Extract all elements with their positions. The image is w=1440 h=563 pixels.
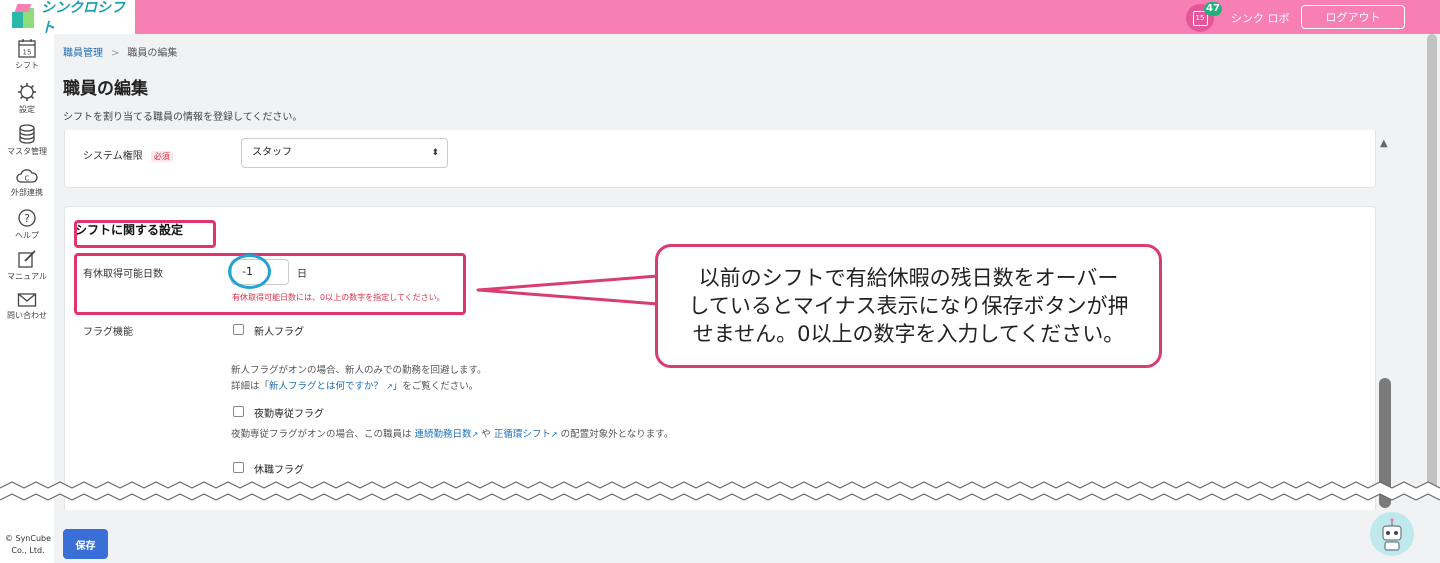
svg-text:?: ? bbox=[24, 212, 30, 225]
torn-edge-divider bbox=[0, 481, 1440, 501]
page-description: シフトを割り当てる職員の情報を登録してください。 bbox=[63, 112, 303, 123]
breadcrumb-current: 職員の編集 bbox=[127, 48, 178, 59]
system-role-select[interactable]: スタッフ ⬍ bbox=[241, 138, 448, 168]
external-link-icon: ↗ bbox=[550, 430, 558, 439]
sidebar-item-integration[interactable]: C 外部連携 bbox=[0, 167, 54, 198]
consecutive-days-link[interactable]: 連続勤務日数↗ bbox=[415, 429, 479, 440]
negative-value-circle bbox=[228, 254, 271, 289]
sidebar-item-master[interactable]: マスタ管理 bbox=[0, 124, 54, 157]
sidebar-item-help[interactable]: ? ヘルプ bbox=[0, 208, 54, 241]
sidebar-item-label: マニュアル bbox=[7, 272, 47, 281]
new-staff-flag-checkbox[interactable] bbox=[233, 324, 244, 335]
sidebar-item-label: ヘルプ bbox=[15, 231, 39, 240]
external-link-icon: ↗ bbox=[471, 430, 479, 439]
callout-pointer bbox=[476, 274, 661, 306]
night-shift-flag-help: 夜勤専従フラグがオンの場合、この職員は 連続勤務日数↗ や 正循環シフト↗ の配… bbox=[231, 429, 674, 440]
form-scrollbar[interactable]: ▲ bbox=[1376, 130, 1394, 513]
svg-text:C: C bbox=[25, 175, 30, 183]
database-icon bbox=[19, 124, 35, 144]
section-heading-highlight bbox=[74, 220, 216, 248]
copyright: © SynCube Co., Ltd. bbox=[4, 534, 52, 555]
app-logo[interactable]: シンクロシフト bbox=[0, 0, 135, 36]
top-bar: シンクロシフト 15 47 シンク ロボ ログアウト bbox=[0, 0, 1440, 36]
sidebar-item-label: シフト bbox=[15, 61, 39, 70]
sidebar-item-settings[interactable]: 設定 bbox=[0, 82, 54, 115]
sidebar-item-label: 問い合わせ bbox=[7, 311, 47, 320]
annotation-callout: 以前のシフトで有給休暇の残日数をオーバー しているとマイナス表示になり保存ボタン… bbox=[655, 244, 1162, 368]
breadcrumb-separator: > bbox=[111, 48, 120, 59]
save-button[interactable]: 保存 bbox=[63, 529, 108, 559]
notification-count-badge: 47 bbox=[1204, 2, 1222, 16]
sidebar-item-label: 外部連携 bbox=[11, 188, 43, 197]
calendar-icon: 15 bbox=[18, 39, 36, 58]
sidebar-item-label: 設定 bbox=[19, 105, 35, 114]
new-flag-faq-link[interactable]: 新人フラグとは何ですか？ ↗ bbox=[269, 381, 393, 392]
sidebar-item-contact[interactable]: 問い合わせ bbox=[0, 292, 54, 321]
flag-feature-label: フラグ機能 bbox=[83, 327, 133, 338]
system-role-label: システム権限 必須 bbox=[83, 147, 173, 162]
page-title: 職員の編集 bbox=[63, 79, 148, 99]
chatbot-robot-icon[interactable] bbox=[1370, 512, 1414, 556]
logout-button[interactable]: ログアウト bbox=[1301, 5, 1405, 29]
sidebar-item-manual[interactable]: マニュアル bbox=[0, 249, 54, 282]
forward-rotation-link[interactable]: 正循環シフト↗ bbox=[494, 429, 558, 440]
basic-info-card: システム権限 必須 スタッフ ⬍ bbox=[64, 130, 1376, 188]
logo-mark-icon bbox=[12, 4, 35, 30]
svg-text:15: 15 bbox=[23, 49, 32, 57]
cloud-icon: C bbox=[16, 169, 38, 183]
mail-icon bbox=[17, 293, 37, 307]
user-name: シンク ロボ bbox=[1231, 12, 1290, 25]
leave-flag-checkbox[interactable] bbox=[233, 462, 244, 473]
paid-leave-highlight bbox=[74, 253, 466, 315]
gear-icon bbox=[18, 83, 36, 101]
sidebar-item-shift[interactable]: 15 シフト bbox=[0, 38, 54, 71]
leave-flag-label: 休職フラグ bbox=[254, 465, 304, 476]
sidebar-item-label: マスタ管理 bbox=[7, 147, 47, 156]
scroll-up-icon[interactable]: ▲ bbox=[1380, 138, 1388, 149]
night-shift-flag-checkbox[interactable] bbox=[233, 406, 244, 417]
new-staff-flag-label: 新人フラグ bbox=[254, 327, 304, 338]
help-icon: ? bbox=[18, 209, 36, 227]
app-name: シンクロシフト bbox=[41, 0, 126, 36]
breadcrumb: 職員管理 > 職員の編集 bbox=[63, 44, 177, 59]
breadcrumb-staff-management[interactable]: 職員管理 bbox=[63, 48, 103, 59]
night-shift-flag-label: 夜勤専従フラグ bbox=[254, 409, 324, 420]
edit-icon bbox=[18, 250, 36, 268]
required-badge: 必須 bbox=[150, 151, 173, 162]
page-scrollbar-thumb[interactable] bbox=[1427, 34, 1437, 494]
select-arrow-icon: ⬍ bbox=[431, 148, 439, 158]
external-link-icon: ↗ bbox=[386, 382, 393, 391]
new-staff-flag-help: 新人フラグがオンの場合、新人のみでの勤務を回避します。 詳細は「新人フラグとは何… bbox=[231, 365, 487, 392]
